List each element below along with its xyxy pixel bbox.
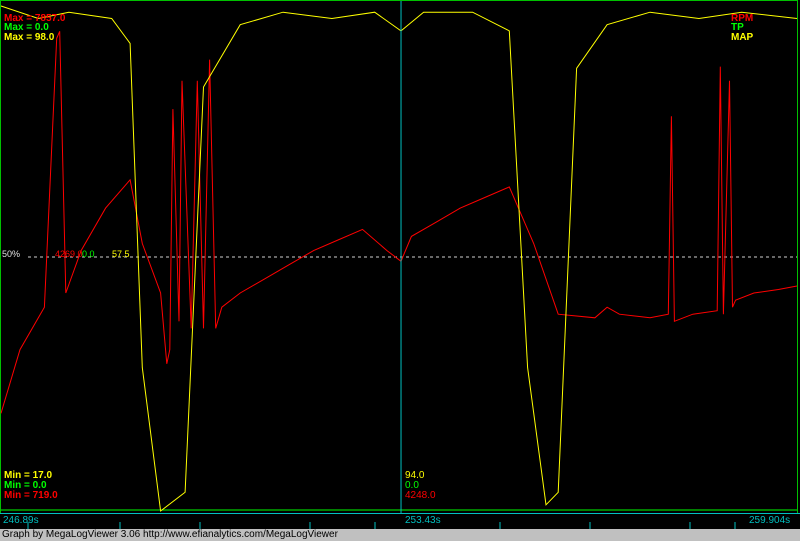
status-bar: Graph by MegaLogViewer 3.06 http://www.e… (0, 529, 800, 541)
midline-rpm-value: 4269.0 (55, 249, 83, 259)
series-line-rpm (0, 31, 798, 414)
time-axis-ticks (27, 522, 736, 529)
time-start-label: 246.89s (3, 515, 39, 526)
legend-map: MAP (731, 32, 754, 43)
map-max-label: Max = 98.0 (4, 32, 55, 43)
midline-percent-label: 50% (2, 249, 21, 259)
time-end-label: 259.904s (749, 515, 791, 526)
megalogviewer-graph: Max = 7857.0 Max = 0.0 Max = 98.0 RPM TP… (0, 0, 800, 541)
midline-map-value: 57.5 (112, 249, 130, 259)
cursor-rpm-value: 4248.0 (405, 490, 436, 501)
rpm-min-label: Min = 719.0 (4, 490, 58, 501)
midline-tp-value: 0.0 (82, 249, 95, 259)
time-cursor-label: 253.43s (405, 515, 441, 526)
